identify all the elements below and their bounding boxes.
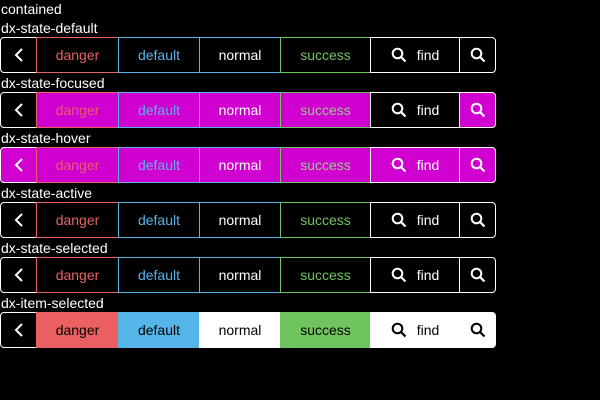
chevron-left-icon [13, 212, 25, 228]
find-label: find [416, 212, 440, 228]
search-icon [470, 212, 486, 228]
find-button[interactable]: find [370, 147, 460, 183]
button-group-state-selected: danger default normal success find [0, 257, 600, 293]
page-title: contained [1, 1, 62, 17]
normal-button[interactable]: normal [199, 37, 281, 73]
find-label: find [416, 157, 440, 173]
search-icon [391, 47, 407, 63]
find-button[interactable]: find [370, 312, 460, 348]
find-button[interactable]: find [370, 92, 460, 128]
search-icon [391, 267, 407, 283]
chevron-left-icon [13, 322, 25, 338]
back-button[interactable] [0, 202, 37, 238]
search-button[interactable] [459, 202, 496, 238]
search-button[interactable] [459, 312, 496, 348]
chevron-left-icon [13, 47, 25, 63]
group-label-state-default: dx-state-default [1, 20, 98, 36]
button-group-item-selected: danger default normal success find [0, 312, 600, 348]
normal-button[interactable]: normal [199, 147, 281, 183]
chevron-left-icon [13, 102, 25, 118]
search-button[interactable] [459, 37, 496, 73]
search-icon [470, 267, 486, 283]
button-group-demo: contained dx-state-default danger defaul… [0, 0, 600, 348]
group-label-state-hover: dx-state-hover [1, 130, 91, 146]
search-icon [391, 212, 407, 228]
default-button[interactable]: default [118, 312, 200, 348]
back-button[interactable] [0, 92, 37, 128]
normal-button[interactable]: normal [199, 312, 281, 348]
group-label-state-selected: dx-state-selected [1, 240, 108, 256]
success-button[interactable]: success [280, 202, 371, 238]
button-group-state-hover: danger default normal success find [0, 147, 600, 183]
group-label-state-focused: dx-state-focused [1, 75, 105, 91]
search-button[interactable] [459, 147, 496, 183]
danger-button[interactable]: danger [36, 92, 119, 128]
default-button[interactable]: default [118, 37, 200, 73]
danger-button[interactable]: danger [36, 147, 119, 183]
group-label-item-selected: dx-item-selected [1, 295, 104, 311]
find-label: find [416, 322, 440, 338]
button-group-state-default: danger default normal success find [0, 37, 600, 73]
default-button[interactable]: default [118, 202, 200, 238]
back-button[interactable] [0, 147, 37, 183]
search-icon [391, 102, 407, 118]
find-label: find [416, 267, 440, 283]
search-icon [470, 322, 486, 338]
find-button[interactable]: find [370, 37, 460, 73]
search-icon [470, 157, 486, 173]
find-label: find [416, 102, 440, 118]
find-label: find [416, 47, 440, 63]
back-button[interactable] [0, 37, 37, 73]
normal-button[interactable]: normal [199, 257, 281, 293]
chevron-left-icon [13, 267, 25, 283]
success-button[interactable]: success [280, 92, 371, 128]
success-button[interactable]: success [280, 257, 371, 293]
normal-button[interactable]: normal [199, 202, 281, 238]
search-icon [470, 102, 486, 118]
chevron-left-icon [13, 157, 25, 173]
button-group-state-focused: danger default normal success find [0, 92, 600, 128]
default-button[interactable]: default [118, 147, 200, 183]
danger-button[interactable]: danger [36, 312, 119, 348]
group-label-state-active: dx-state-active [1, 185, 93, 201]
back-button[interactable] [0, 312, 37, 348]
danger-button[interactable]: danger [36, 37, 119, 73]
normal-button[interactable]: normal [199, 92, 281, 128]
danger-button[interactable]: danger [36, 202, 119, 238]
default-button[interactable]: default [118, 92, 200, 128]
button-group-state-active: danger default normal success find [0, 202, 600, 238]
success-button[interactable]: success [280, 147, 371, 183]
success-button[interactable]: success [280, 312, 371, 348]
search-button[interactable] [459, 92, 496, 128]
search-icon [391, 322, 407, 338]
find-button[interactable]: find [370, 202, 460, 238]
search-icon [470, 47, 486, 63]
success-button[interactable]: success [280, 37, 371, 73]
danger-button[interactable]: danger [36, 257, 119, 293]
search-icon [391, 157, 407, 173]
find-button[interactable]: find [370, 257, 460, 293]
back-button[interactable] [0, 257, 37, 293]
default-button[interactable]: default [118, 257, 200, 293]
search-button[interactable] [459, 257, 496, 293]
